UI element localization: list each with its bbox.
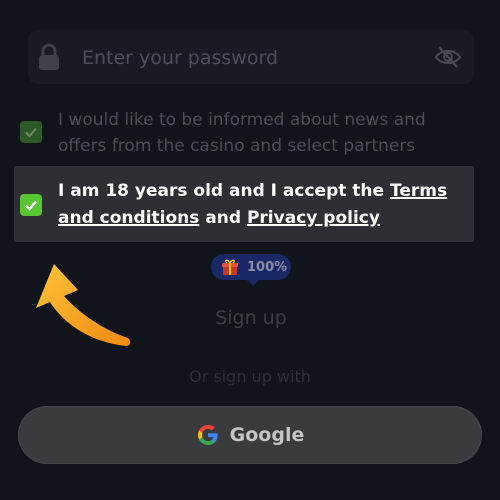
age-consent-text: I am 18 years old and I accept the [58,181,390,201]
age-checkbox[interactable] [20,194,42,216]
arrow-pointer-icon [36,264,131,346]
signup-button[interactable]: Sign up [196,300,306,336]
lock-icon [39,43,59,70]
password-input[interactable] [80,41,424,75]
google-signup-button[interactable]: Google [18,406,482,464]
news-consent-label: I would like to be informed about news a… [58,110,426,156]
eye-slash-icon[interactable] [434,43,462,71]
age-consent-label: I am 18 years old and I accept the Terms… [58,178,472,232]
age-consent-and: and [199,208,247,228]
bonus-value: 100% [247,259,288,275]
gift-icon [222,259,238,275]
password-field[interactable] [28,30,474,84]
checkmark-icon [25,127,37,138]
google-icon [197,425,218,445]
news-checkbox[interactable] [20,121,42,143]
google-label: Google [229,424,305,446]
checkmark-icon [25,200,37,211]
bonus-badge: 100% [211,254,291,286]
alt-signup-label: Or sign up with [189,367,311,386]
privacy-link[interactable]: Privacy policy [247,208,380,228]
